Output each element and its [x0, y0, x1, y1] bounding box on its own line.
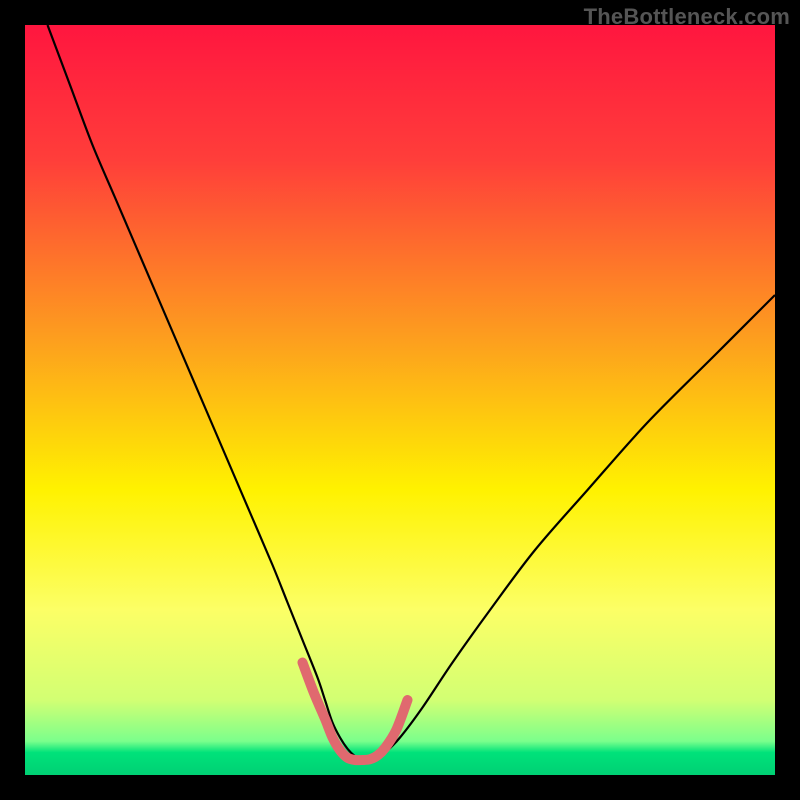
bottleneck-chart — [25, 25, 775, 775]
chart-container: TheBottleneck.com — [0, 0, 800, 800]
gradient-background — [25, 25, 775, 775]
